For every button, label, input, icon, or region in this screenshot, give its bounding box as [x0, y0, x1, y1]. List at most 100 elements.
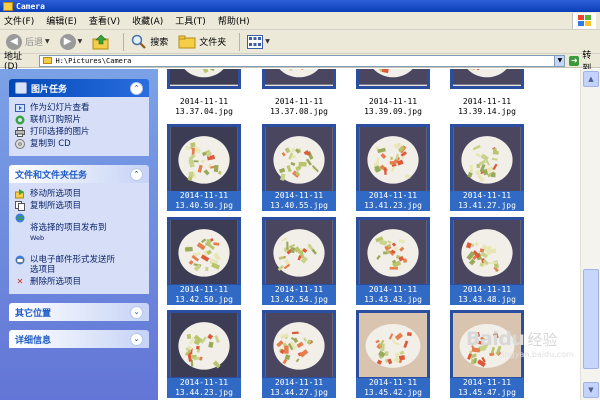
folder-icon	[43, 57, 53, 64]
thumbnail[interactable]	[262, 124, 336, 194]
folders-button[interactable]: 文件夹	[176, 32, 228, 52]
file-caption[interactable]: 2014-11-11 13.40.55.jpg	[262, 191, 336, 211]
go-arrow-icon: ➜	[569, 55, 580, 66]
task-label: 将选择的项目发布到 Web	[30, 213, 107, 253]
vertical-scrollbar[interactable]: ▲ ▼	[580, 69, 600, 400]
collapse-icon[interactable]: ⌃	[130, 81, 143, 95]
thumbnail[interactable]	[167, 69, 241, 89]
file-name: 13.43.43.jpg	[364, 295, 422, 304]
scroll-down-icon[interactable]: ▼	[583, 382, 599, 398]
menu-view[interactable]: 查看(V)	[89, 14, 120, 27]
file-date: 2014-11-11	[274, 285, 324, 294]
task-print[interactable]: 打印选择的图片	[15, 127, 143, 137]
forward-button[interactable]: ▶ ▼	[58, 32, 85, 52]
address-input[interactable]: H:\Pictures\Camera ▼	[39, 54, 566, 67]
search-label: 搜索	[150, 38, 169, 48]
file-caption[interactable]: 2014-11-11 13.43.48.jpg	[450, 285, 524, 305]
collapse-icon[interactable]: ⌃	[130, 167, 143, 181]
task-delete[interactable]: ✕ 删除所选项目	[15, 277, 143, 287]
file-caption[interactable]: 2014-11-11 13.44.23.jpg	[167, 378, 241, 398]
delete-icon: ✕	[16, 277, 24, 286]
thumbnail-image	[359, 313, 427, 377]
file-caption[interactable]: 2014-11-11 13.41.27.jpg	[450, 191, 524, 211]
thumbnail-image	[170, 127, 238, 191]
task-move[interactable]: 移动所选项目	[15, 189, 143, 199]
window-title: Camera	[16, 1, 45, 11]
file-caption[interactable]: 2014-11-11 13.45.42.jpg	[356, 378, 430, 398]
file-caption[interactable]: 2014-11-11 13.44.27.jpg	[262, 378, 336, 398]
up-folder-button[interactable]	[90, 32, 112, 52]
task-label: 作为幻灯片查看	[30, 103, 90, 113]
thumbnail[interactable]	[450, 69, 524, 89]
thumbnail[interactable]	[262, 69, 336, 89]
task-label: 复制到 CD	[30, 139, 71, 149]
thumbnail[interactable]	[356, 69, 430, 89]
file-caption[interactable]: 2014-11-11 13.42.54.jpg	[262, 285, 336, 305]
task-copy[interactable]: 复制所选项目	[15, 201, 143, 211]
menu-help[interactable]: 帮助(H)	[218, 14, 250, 27]
toolbar-separator	[123, 32, 125, 51]
task-copy-cd[interactable]: 复制到 CD	[15, 139, 143, 149]
menu-file[interactable]: 文件(F)	[4, 14, 34, 27]
thumbnail[interactable]	[167, 124, 241, 194]
scroll-thumb[interactable]	[583, 269, 599, 369]
thumbnail-image	[170, 69, 238, 85]
expand-icon[interactable]: ⌄	[130, 332, 143, 346]
menu-edit[interactable]: 编辑(E)	[46, 14, 77, 27]
file-name: 13.40.50.jpg	[175, 201, 233, 210]
picture-icon	[15, 82, 27, 94]
file-name: 13.41.23.jpg	[364, 201, 422, 210]
thumbnail[interactable]	[450, 124, 524, 194]
thumbnail-image	[170, 313, 238, 377]
chevron-down-icon[interactable]: ▼	[265, 38, 270, 45]
file-caption[interactable]: 2014-11-11 13.40.50.jpg	[167, 191, 241, 211]
thumbnail[interactable]	[262, 217, 336, 287]
file-caption[interactable]: 2014-11-11 13.42.50.jpg	[167, 285, 241, 305]
file-caption[interactable]: 2014-11-11 13.45.47.jpg	[450, 378, 524, 398]
file-caption[interactable]: 2014-11-11 13.37.08.jpg	[262, 97, 336, 117]
thumbnail[interactable]	[356, 124, 430, 194]
search-button[interactable]: 搜索	[129, 32, 170, 52]
views-button[interactable]: ▼	[245, 32, 272, 52]
file-date: 2014-11-11	[368, 97, 418, 106]
file-caption[interactable]: 2014-11-11 13.41.23.jpg	[356, 191, 430, 211]
file-caption[interactable]: 2014-11-11 13.39.14.jpg	[450, 97, 524, 117]
menu-tools[interactable]: 工具(T)	[175, 14, 206, 27]
file-name: 13.41.27.jpg	[458, 201, 516, 210]
chevron-down-icon[interactable]: ▼	[554, 55, 565, 66]
task-label: 复制所选项目	[30, 201, 82, 211]
task-publish-web[interactable]: 将选择的项目发布到 Web	[15, 213, 143, 253]
other-places-title: 其它位置	[15, 308, 52, 319]
picture-tasks-header[interactable]: 图片任务 ⌃	[9, 79, 149, 97]
menu-favorites[interactable]: 收藏(A)	[132, 14, 163, 27]
file-tasks-header[interactable]: 文件和文件夹任务 ⌃	[9, 165, 149, 183]
file-date: 2014-11-11	[368, 378, 418, 387]
chevron-down-icon[interactable]: ▼	[45, 38, 50, 45]
picture-tasks-body: 作为幻灯片查看 联机订购照片 打印选择的图片 复制到 CD	[9, 97, 149, 156]
file-caption[interactable]: 2014-11-11 13.43.43.jpg	[356, 285, 430, 305]
thumbnail[interactable]	[167, 310, 241, 380]
back-label: 后退	[25, 38, 44, 48]
file-caption[interactable]: 2014-11-11 13.39.09.jpg	[356, 97, 430, 117]
thumbnail[interactable]	[356, 310, 430, 380]
address-value: H:\Pictures\Camera	[55, 56, 132, 65]
task-email[interactable]: 以电子邮件形式发送所 选项目	[15, 255, 143, 275]
thumbnail[interactable]	[167, 217, 241, 287]
task-slideshow[interactable]: 作为幻灯片查看	[15, 103, 143, 113]
file-caption[interactable]: 2014-11-11 13.37.04.jpg	[167, 97, 241, 117]
folder-icon	[3, 1, 13, 11]
file-name: 13.44.27.jpg	[270, 388, 328, 397]
chevron-down-icon[interactable]: ▼	[78, 38, 83, 45]
scroll-up-icon[interactable]: ▲	[583, 71, 599, 87]
thumbnail[interactable]	[356, 217, 430, 287]
thumbnail[interactable]	[262, 310, 336, 380]
file-name: 13.42.50.jpg	[175, 295, 233, 304]
expand-icon[interactable]: ⌄	[130, 305, 143, 319]
other-places-header[interactable]: 其它位置 ⌄	[9, 303, 149, 321]
task-label: 打印选择的图片	[30, 127, 90, 137]
thumbnail[interactable]	[450, 217, 524, 287]
file-date: 2014-11-11	[274, 97, 324, 106]
file-date: 2014-11-11	[368, 285, 418, 294]
task-order-prints[interactable]: 联机订购照片	[15, 115, 143, 125]
details-header[interactable]: 详细信息 ⌄	[9, 330, 149, 348]
